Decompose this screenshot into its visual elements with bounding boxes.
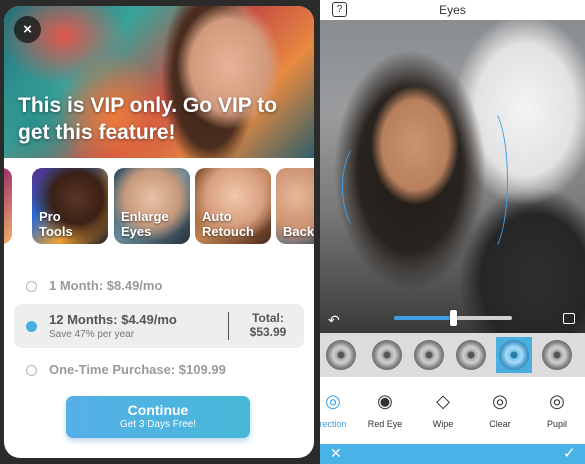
radio-button[interactable] xyxy=(26,281,37,292)
eye-swatch[interactable] xyxy=(456,340,486,370)
vip-title: This is VIP only. Go VIP to get this fea… xyxy=(18,94,278,144)
photo-canvas[interactable]: ↶ xyxy=(320,20,585,333)
feature-card-pro-tools[interactable]: Pro Tools xyxy=(32,168,108,244)
tool-label: Clear xyxy=(489,419,511,429)
continue-button[interactable]: Continue Get 3 Days Free! xyxy=(66,396,250,438)
radio-button-selected[interactable] xyxy=(26,321,37,332)
plan-one-time[interactable]: One-Time Purchase: $109.99 xyxy=(14,350,304,390)
plan-label: 1 Month: $8.49/mo xyxy=(49,278,163,293)
feature-label: Pro Tools xyxy=(39,209,73,239)
plan-label: 12 Months: $4.49/mo xyxy=(49,312,177,327)
cancel-icon[interactable]: ✕ xyxy=(330,445,342,462)
total-label: Total: xyxy=(252,311,284,325)
plan-savings: Save 47% per year xyxy=(49,329,135,340)
divider xyxy=(228,312,229,340)
feature-label: Enlarge Eyes xyxy=(121,209,169,239)
compare-icon[interactable] xyxy=(563,313,575,324)
tool-red-eye[interactable]: ◉ Red Eye xyxy=(360,389,410,429)
trial-label: Get 3 Days Free! xyxy=(119,419,197,430)
eye-outline-icon: ◎ xyxy=(492,391,508,411)
vip-modal: × This is VIP only. Go VIP to get this f… xyxy=(4,6,314,458)
radio-button[interactable] xyxy=(26,365,37,376)
eye-swatch-selected[interactable] xyxy=(496,337,532,373)
undo-icon[interactable]: ↶ xyxy=(328,312,340,329)
plan-yearly[interactable]: 12 Months: $4.49/mo Save 47% per year To… xyxy=(14,304,304,348)
eye-swatch[interactable] xyxy=(542,340,572,370)
total-value: $53.99 xyxy=(249,325,287,339)
tool-pupil[interactable]: ◎ Pupil xyxy=(532,389,582,429)
pupil-icon: ◎ xyxy=(549,391,565,411)
plan-total: Total: $53.99 xyxy=(236,311,300,339)
close-button[interactable]: × xyxy=(14,16,41,43)
tool-label: Wipe xyxy=(432,419,454,429)
close-icon: × xyxy=(23,21,32,38)
tool-label: Red Eye xyxy=(367,419,403,429)
tool-clear[interactable]: ◎ Clear xyxy=(475,389,525,429)
apply-icon[interactable]: ✓ xyxy=(563,444,576,462)
eye-swatch[interactable] xyxy=(372,340,402,370)
editor-title: Eyes xyxy=(439,3,466,17)
editor-header: Eyes ? xyxy=(320,0,585,20)
eye-icon: ◉ xyxy=(377,391,393,411)
feature-card-auto-retouch[interactable]: Auto Retouch xyxy=(195,168,271,244)
feature-label: Auto Retouch xyxy=(202,209,254,239)
eye-color-strip[interactable] xyxy=(320,333,585,377)
slider-handle[interactable] xyxy=(450,310,457,326)
tool-correction[interactable]: ◎ rection xyxy=(308,389,358,429)
plan-label: One-Time Purchase: $109.99 xyxy=(49,362,226,377)
eye-guide-left xyxy=(342,142,382,232)
eye-swatch[interactable] xyxy=(326,340,356,370)
eye-swatch[interactable] xyxy=(414,340,444,370)
eye-swatch-image xyxy=(499,340,529,370)
feature-card-back[interactable]: Back xyxy=(276,168,314,244)
plan-monthly[interactable]: 1 Month: $8.49/mo xyxy=(14,266,304,306)
eraser-icon: ◇ xyxy=(436,391,450,411)
target-icon: ◎ xyxy=(325,391,341,411)
eye-guide-right xyxy=(468,105,508,255)
screen: × This is VIP only. Go VIP to get this f… xyxy=(0,0,585,464)
tool-label: rection xyxy=(319,419,347,429)
feature-card[interactable]: g xyxy=(4,168,12,244)
slider-fill xyxy=(394,316,453,320)
feature-card-enlarge-eyes[interactable]: Enlarge Eyes xyxy=(114,168,190,244)
tool-wipe[interactable]: ◇ Wipe xyxy=(418,389,468,429)
action-bar: ✕ ✓ xyxy=(320,444,585,464)
feature-carousel[interactable]: g Pro Tools Enlarge Eyes Auto Retouch Ba… xyxy=(4,168,314,246)
continue-label: Continue xyxy=(127,402,189,418)
eyes-editor: Eyes ? ↶ ◎ rection ◉ Red Eye ◇ Wipe ◎ Cl… xyxy=(319,0,585,464)
tool-label: Pupil xyxy=(546,419,567,429)
help-button[interactable]: ? xyxy=(332,2,347,17)
help-icon: ? xyxy=(336,4,343,15)
tool-bar: ◎ rection ◉ Red Eye ◇ Wipe ◎ Clear ◎ Pup… xyxy=(319,377,585,444)
intensity-slider[interactable] xyxy=(394,310,512,326)
feature-label: Back xyxy=(283,224,314,239)
